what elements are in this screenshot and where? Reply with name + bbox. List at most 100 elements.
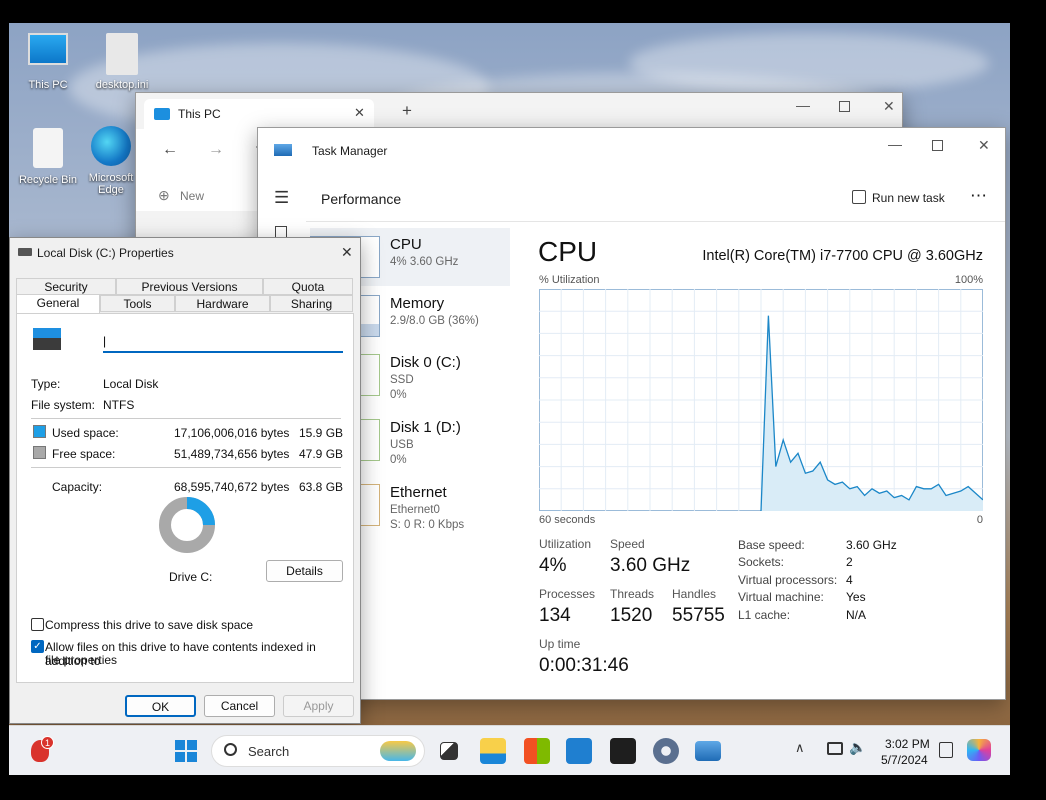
header-bar: Performance Run new task ⋯: [306, 176, 1005, 222]
uptime-label: Up time: [539, 637, 581, 651]
close-icon[interactable]: ✕: [978, 137, 990, 154]
drive-label: Drive C:: [169, 570, 213, 584]
index-checkbox[interactable]: ✓: [31, 640, 44, 653]
details-button[interactable]: Details: [266, 560, 343, 582]
maximize-icon[interactable]: [839, 101, 850, 112]
spec-key: Virtual machine:: [738, 590, 824, 604]
tab-tools[interactable]: Tools: [100, 295, 175, 312]
sidebar-item-label: Memory: [390, 295, 445, 312]
compress-checkbox[interactable]: [31, 618, 44, 631]
sidebar-item-sub2: S: 0 R: 0 Kbps: [390, 519, 465, 531]
desktop-icon-desktop-ini[interactable]: desktop.ini: [83, 33, 161, 91]
minimize-icon[interactable]: —: [888, 136, 902, 152]
new-item-icon[interactable]: ⊕: [158, 187, 170, 204]
task-manager-window: Task Manager — ✕ ☰ Performance Run new t…: [257, 127, 1006, 700]
disk-usage-donut: [159, 497, 215, 553]
hamburger-menu-icon[interactable]: ☰: [274, 188, 289, 208]
sidebar-item-label: Disk 1 (D:): [390, 419, 461, 436]
copilot-icon[interactable]: [967, 739, 991, 761]
run-task-icon[interactable]: [852, 190, 866, 204]
used-gb: 15.9 GB: [299, 426, 344, 440]
handles-value: 55755: [672, 605, 725, 626]
search-label: Search: [248, 744, 290, 759]
processes-value: 134: [539, 605, 571, 626]
spec-value: 2: [846, 555, 853, 569]
divider: [31, 418, 341, 419]
search-box[interactable]: Search: [211, 735, 425, 767]
language-input-icon[interactable]: [939, 742, 953, 758]
ok-button[interactable]: OK: [125, 695, 196, 717]
show-hidden-icons-chevron-up-icon[interactable]: ∧: [795, 740, 805, 756]
more-options-icon[interactable]: ⋯: [970, 186, 987, 206]
sidebar-item-sub: USB: [390, 439, 414, 451]
store-icon[interactable]: [524, 738, 550, 764]
spec-key: Base speed:: [738, 538, 805, 552]
forward-icon[interactable]: →: [208, 141, 224, 159]
utilization-label: Utilization: [539, 537, 592, 551]
edge-icon: [91, 126, 131, 166]
spec-value: 3.60 GHz: [846, 538, 897, 552]
cpu-model: Intel(R) Core(TM) i7-7700 CPU @ 3.60GHz: [702, 248, 983, 264]
task-manager-taskbar-icon[interactable]: [695, 741, 721, 761]
threads-value: 1520: [610, 605, 653, 626]
remote-app-icon[interactable]: [566, 738, 592, 764]
tab-general[interactable]: General: [16, 294, 100, 314]
network-icon[interactable]: [827, 742, 843, 755]
sidebar-item-sub: 2.9/8.0 GB (36%): [390, 315, 479, 327]
cpu-heading: CPU: [538, 236, 598, 267]
sidebar-item-sub2: 0%: [390, 389, 407, 401]
new-tab-button[interactable]: +: [402, 101, 412, 121]
desktop-icon-this-pc[interactable]: This PC: [9, 33, 87, 91]
desktop-icon-label: desktop.ini: [95, 79, 149, 91]
volume-icon[interactable]: 🔈: [849, 739, 866, 756]
settings-gear-icon[interactable]: [653, 738, 679, 764]
filesystem-value: NTFS: [103, 398, 135, 412]
graph-span-label: 60 seconds: [539, 514, 596, 526]
uptime-value: 0:00:31:46: [539, 655, 629, 676]
spec-value: Yes: [846, 590, 866, 604]
sidebar-item-sub: SSD: [390, 374, 414, 386]
tab-security[interactable]: Security: [16, 278, 116, 295]
tab-sharing[interactable]: Sharing: [270, 295, 353, 312]
volume-label-input[interactable]: [103, 331, 343, 353]
window-title: Task Manager: [312, 144, 388, 158]
processes-label: Processes: [539, 587, 596, 601]
disk-properties-dialog: Local Disk (C:) Properties ✕ Security Pr…: [9, 237, 361, 724]
filesystem-label: File system:: [31, 398, 96, 412]
desktop-icon-recycle-bin[interactable]: Recycle Bin: [9, 128, 87, 186]
desktop-icon-label: Recycle Bin: [18, 174, 78, 186]
search-icon: [224, 743, 237, 756]
notification-badge: 1: [41, 736, 54, 749]
tab-title: This PC: [178, 107, 221, 121]
file-explorer-icon[interactable]: [480, 738, 506, 764]
task-view-icon[interactable]: [440, 742, 458, 760]
monitor-icon: [28, 33, 68, 65]
index-label-cont: file properties: [45, 653, 118, 667]
desktop-icon-label: Microsoft Edge: [88, 172, 134, 196]
free-gb: 47.9 GB: [299, 447, 344, 461]
back-icon[interactable]: ←: [162, 141, 178, 159]
close-icon[interactable]: ✕: [883, 98, 895, 115]
clock-date[interactable]: 5/7/2024: [881, 753, 928, 767]
clock-time[interactable]: 3:02 PM: [885, 737, 930, 751]
close-tab-icon[interactable]: ✕: [354, 105, 365, 121]
desktop-icon-edge[interactable]: Microsoft Edge: [81, 126, 141, 196]
cancel-button[interactable]: Cancel: [204, 695, 275, 717]
tab-previous-versions[interactable]: Previous Versions: [116, 278, 263, 295]
settings-file-icon: [106, 33, 138, 75]
apply-button[interactable]: Apply: [283, 695, 354, 717]
terminal-icon[interactable]: [610, 738, 636, 764]
explorer-tab[interactable]: This PC ✕: [144, 99, 374, 129]
spec-key: L1 cache:: [738, 608, 791, 622]
graph-max-label: 100%: [954, 274, 983, 286]
tab-hardware[interactable]: Hardware: [175, 295, 270, 312]
new-button[interactable]: New: [180, 189, 204, 203]
start-windows-icon[interactable]: [175, 740, 197, 762]
minimize-icon[interactable]: —: [796, 97, 810, 113]
sidebar-item-label: Disk 0 (C:): [390, 354, 461, 371]
drive-title-icon: [18, 248, 32, 256]
close-icon[interactable]: ✕: [341, 244, 353, 261]
run-new-task-button[interactable]: Run new task: [872, 191, 945, 205]
maximize-icon[interactable]: [932, 140, 943, 151]
tab-quota[interactable]: Quota: [263, 278, 353, 295]
